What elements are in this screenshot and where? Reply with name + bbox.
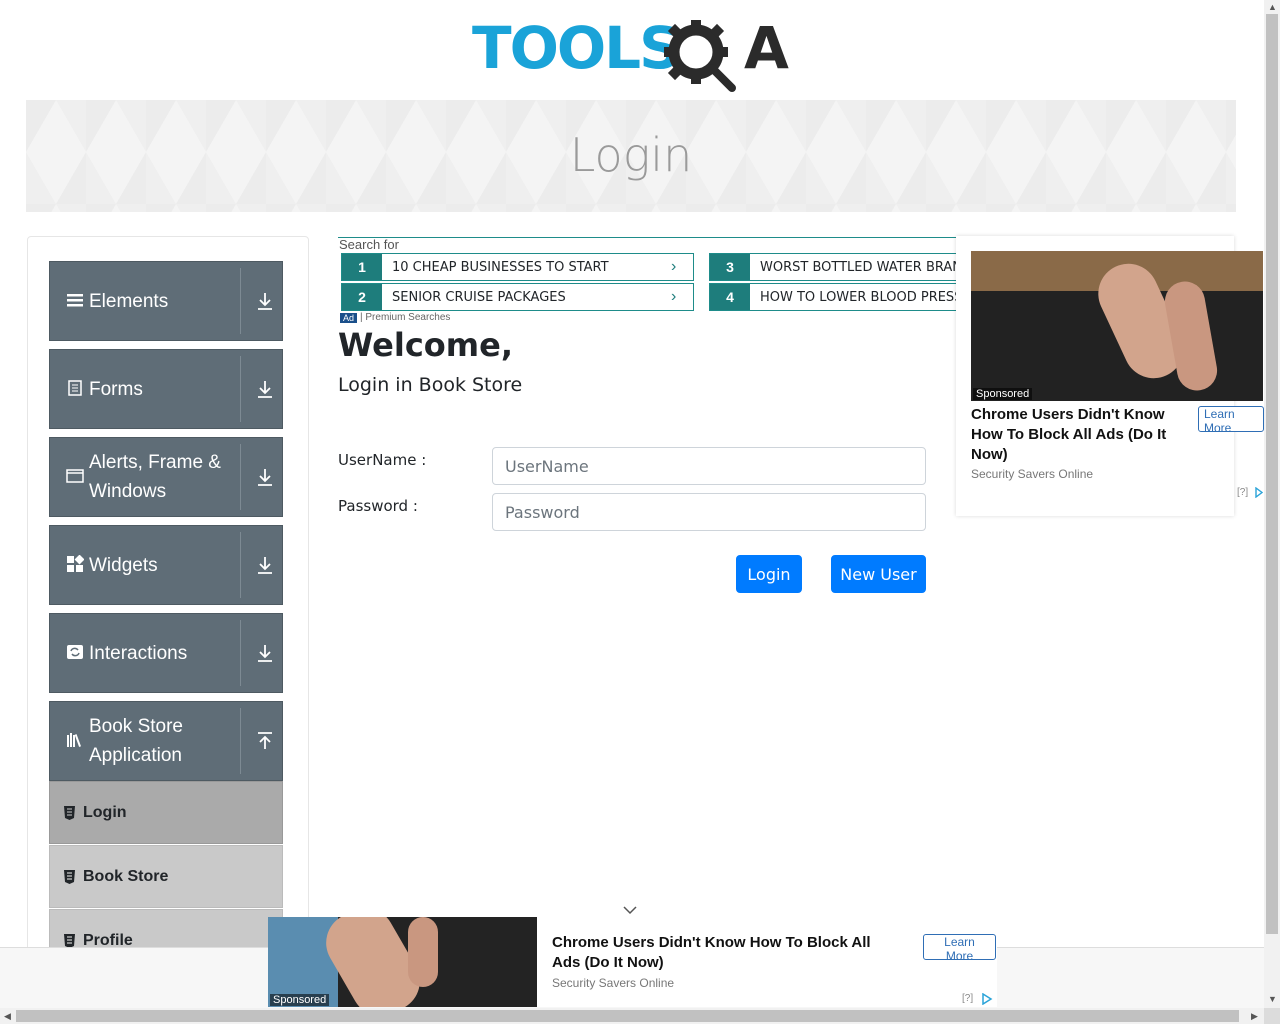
sidebar-item-book-store[interactable]: Book Store — [49, 845, 283, 908]
ad-item-number: 2 — [342, 284, 382, 310]
ad-image[interactable]: Sponsored — [268, 917, 537, 1007]
ad-source: Security Savers Online — [971, 467, 1094, 481]
sidebar-group-widgets[interactable]: Widgets — [49, 525, 283, 605]
ad-source: Security Savers Online — [552, 976, 675, 990]
logo-text-a: A — [744, 14, 789, 82]
divider — [240, 620, 241, 686]
sidebar-group-label: Interactions — [89, 642, 188, 664]
chevron-down-icon[interactable] — [622, 905, 638, 915]
adchoices-icon[interactable] — [981, 993, 993, 1005]
vertical-scroll-thumb[interactable] — [1266, 14, 1278, 934]
sponsored-label: Sponsored — [973, 388, 1033, 400]
ad-divider — [338, 237, 958, 238]
sidebar-item-label: Book Store — [83, 867, 169, 885]
scroll-up-arrow-icon[interactable]: ▲ — [1268, 2, 1277, 12]
scroll-right-arrow-icon[interactable]: ▶ — [1251, 1011, 1258, 1022]
sidebar-group-forms[interactable]: Forms — [49, 349, 283, 429]
html5-icon — [64, 933, 75, 948]
ad-item-text: 10 CHEAP BUSINESSES TO START — [392, 259, 609, 275]
sidebar-group-label: Widgets — [89, 554, 158, 576]
menu-icon — [67, 294, 83, 307]
ad-search-item[interactable]: 4 HOW TO LOWER BLOOD PRESSURE — [709, 283, 959, 311]
sidebar-group-alerts-frame-windows[interactable]: Alerts, Frame & Windows — [49, 437, 283, 517]
learn-more-button[interactable]: Learn More — [1198, 406, 1264, 435]
ad-footer-text: | Premium Searches — [360, 312, 451, 323]
ad-item-number: 4 — [710, 284, 750, 310]
ad-item-text: HOW TO LOWER BLOOD PRESSURE — [760, 289, 958, 305]
window-icon — [66, 469, 84, 483]
upload-arrow-icon — [258, 732, 272, 749]
horizontal-scroll-thumb[interactable] — [16, 1010, 1239, 1022]
ad-footer: Ad | Premium Searches — [340, 312, 450, 323]
interactions-icon — [67, 645, 83, 659]
divider — [240, 356, 241, 422]
ad-info-link[interactable]: [?] — [1237, 487, 1248, 498]
ad-title[interactable]: Chrome Users Didn't Know How To Block Al… — [552, 933, 902, 973]
scrollbar-corner — [1264, 1008, 1280, 1024]
password-label: Password : — [338, 497, 418, 515]
ad-search-item[interactable]: 3 WORST BOTTLED WATER BRANDS — [709, 253, 959, 281]
sidebar-group-book-store-application[interactable]: Book Store Application — [49, 701, 283, 781]
welcome-heading: Welcome, — [338, 326, 513, 364]
gear-magnifier-icon — [664, 20, 736, 92]
ad-item-text: SENIOR CRUISE PACKAGES — [392, 289, 566, 305]
chevron-right-icon: › — [671, 258, 677, 275]
sidebar-item-login[interactable]: Login — [49, 781, 283, 844]
adchoices-icon[interactable] — [1255, 487, 1263, 498]
divider — [240, 532, 241, 598]
ad-search-item[interactable]: 1 10 CHEAP BUSINESSES TO START › — [341, 253, 694, 281]
sponsored-label: Sponsored — [270, 994, 330, 1006]
divider — [240, 708, 241, 774]
download-arrow-icon — [258, 469, 272, 486]
download-arrow-icon — [258, 381, 272, 398]
ad-badge: Ad — [340, 312, 358, 323]
download-arrow-icon — [258, 557, 272, 574]
logo-text: TOOLS — [472, 14, 681, 82]
ad-search-item[interactable]: 2 SENIOR CRUISE PACKAGES › — [341, 283, 694, 311]
html5-icon — [64, 805, 75, 820]
form-icon — [68, 380, 82, 396]
sidebar-group-label: Book Store Application — [89, 716, 183, 766]
ad-search-caption: Search for — [339, 237, 399, 252]
scroll-left-arrow-icon[interactable]: ◀ — [4, 1011, 11, 1022]
username-label: UserName : — [338, 451, 427, 469]
new-user-button[interactable]: New User — [831, 555, 926, 593]
ad-info-link[interactable]: [?] — [962, 993, 973, 1004]
download-arrow-icon — [258, 293, 272, 310]
login-button[interactable]: Login — [736, 555, 802, 593]
username-input[interactable] — [492, 447, 926, 485]
library-icon — [67, 733, 81, 747]
sidebar-group-label: Alerts, Frame & Windows — [89, 452, 221, 502]
divider — [240, 444, 241, 510]
chevron-right-icon: › — [671, 288, 677, 305]
page-title: Login — [569, 128, 693, 182]
ad-item-number: 3 — [710, 254, 750, 280]
widgets-icon — [67, 555, 84, 572]
page-banner: Login — [26, 100, 1236, 212]
ad-item-number: 1 — [342, 254, 382, 280]
divider — [240, 268, 241, 334]
sidebar-group-label: Forms — [89, 378, 143, 400]
download-arrow-icon — [258, 645, 272, 662]
login-subtitle: Login in Book Store — [338, 374, 523, 396]
sidebar-item-label: Login — [83, 803, 127, 821]
password-input[interactable] — [492, 493, 926, 531]
learn-more-button[interactable]: Learn More — [923, 934, 996, 963]
ad-item-text: WORST BOTTLED WATER BRANDS — [760, 259, 958, 275]
html5-icon — [64, 869, 75, 884]
ad-image[interactable]: Sponsored — [971, 251, 1263, 401]
toolsqa-logo[interactable]: TOOLS A — [472, 14, 798, 92]
sidebar-group-label: Elements — [89, 290, 169, 312]
sidebar-group-interactions[interactable]: Interactions — [49, 613, 283, 693]
ad-title[interactable]: Chrome Users Didn't Know How To Block Al… — [971, 405, 1193, 465]
sidebar-group-elements[interactable]: Elements — [49, 261, 283, 341]
scroll-down-arrow-icon[interactable]: ▼ — [1268, 994, 1277, 1004]
